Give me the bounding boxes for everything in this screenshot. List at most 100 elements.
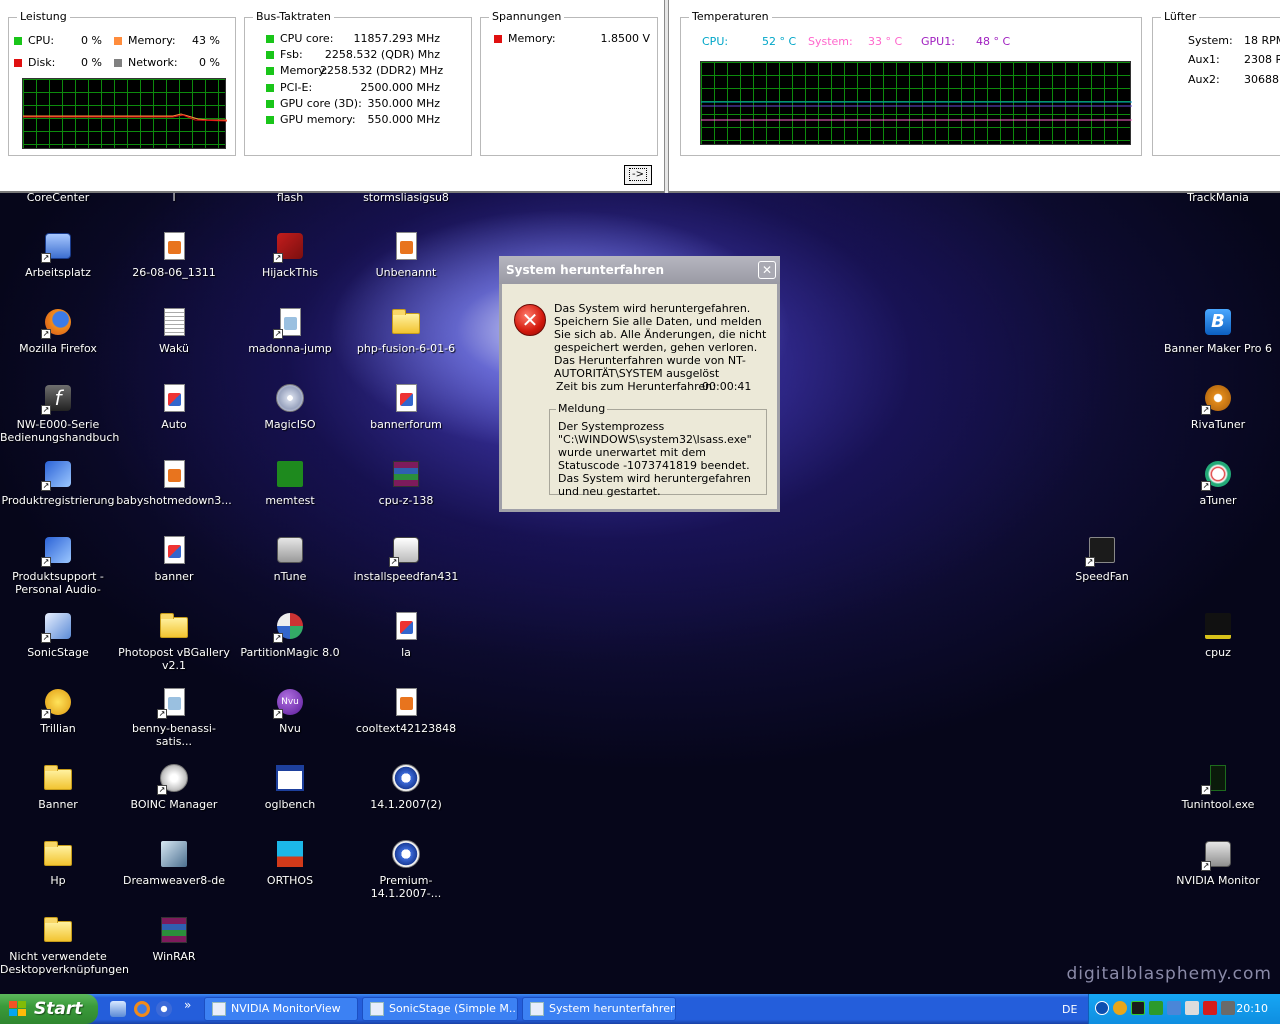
icon-label: Produktregistrierung <box>1 494 115 507</box>
meldung-caption: Meldung <box>556 402 608 415</box>
tray-b-icon[interactable] <box>1113 1001 1127 1015</box>
desktop-icon-orthos[interactable]: ORTHOS <box>232 838 348 887</box>
bus-value: 2500.000 MHz <box>360 81 440 94</box>
start-button[interactable]: Start <box>0 994 98 1024</box>
desktop-icon-magiciso[interactable]: MagicISO <box>232 382 348 431</box>
taskbar-button-label: SonicStage (Simple M... <box>389 1002 518 1015</box>
icon-label: 14.1.2007(2) <box>370 798 442 811</box>
media-player-icon <box>390 762 422 794</box>
desktop-icon-atuner[interactable]: ↗ aTuner <box>1160 458 1276 507</box>
desktop-icon-folder[interactable]: Photopost vBGallery v2.1 <box>116 610 232 672</box>
icon-label: WinRAR <box>152 950 196 963</box>
tray-clock[interactable]: 20:10 <box>1236 1002 1268 1015</box>
icon-label: Nvu <box>279 722 301 735</box>
desktop-icon-media[interactable]: 14.1.2007(2) <box>348 762 464 811</box>
desktop-icon-boinc[interactable]: ↗ BOINC Manager <box>116 762 232 811</box>
desktop-icon-file[interactable]: la <box>348 610 464 659</box>
tray-green-icon[interactable] <box>1149 1001 1163 1015</box>
tray-speaker-icon[interactable] <box>1185 1001 1199 1015</box>
desktop-icon-label-partial[interactable]: TrackMania <box>1160 191 1276 204</box>
desktop-icon-file[interactable]: bannerforum <box>348 382 464 431</box>
partitionmagic-icon: ↗ <box>273 610 306 643</box>
desktop-icon-oglbench[interactable]: oglbench <box>232 762 348 811</box>
dialog-titlebar[interactable]: System herunterfahren ✕ <box>499 256 780 284</box>
tray-network-icon[interactable] <box>1167 1001 1181 1015</box>
desktop-icon-folder[interactable]: Banner <box>0 762 116 811</box>
window-divider[interactable] <box>664 0 669 193</box>
fan-value: 30688 R <box>1244 73 1280 86</box>
desktop-icon-sony[interactable]: ↗ Produktregistrierung <box>0 458 116 507</box>
dialog-app-icon <box>530 1002 544 1016</box>
desktop-icon-speedfan[interactable]: ↗ SpeedFan <box>1044 534 1160 583</box>
tray-graph-icon[interactable] <box>1131 1001 1145 1015</box>
desktop-icon-memtest[interactable]: memtest <box>232 458 348 507</box>
desktop-icon-label-partial[interactable]: stormsliasigsu8 <box>348 191 464 204</box>
quicklaunch-more-icon[interactable]: » <box>184 998 191 1012</box>
nvidia-icon <box>274 534 306 566</box>
desktop-icon-banner-maker[interactable]: B Banner Maker Pro 6 <box>1160 306 1276 355</box>
sony-icon: ↗ <box>41 458 74 491</box>
desktop-icon-file[interactable]: 26-08-06_1311 <box>116 230 232 279</box>
sonicstage-app-icon <box>370 1002 384 1016</box>
desktop-icon-folder[interactable]: php-fusion-6-01-6 <box>348 306 464 355</box>
desktop-icon-flash-manual[interactable]: f ↗ NW-E000-Serie Bedienungshandbuch <box>0 382 119 444</box>
desktop-icon-dreamweaver[interactable]: Dreamweaver8-de <box>116 838 232 887</box>
nvidia-monitor-icon: ↗ <box>1201 838 1234 871</box>
winrar-icon <box>390 458 422 490</box>
desktop-icon-file[interactable]: babyshotmedown3... <box>116 458 232 507</box>
desktop-icon-file[interactable]: Wakü <box>116 306 232 355</box>
expand-button[interactable]: -> <box>624 165 652 185</box>
desktop-icon-file[interactable]: Auto <box>116 382 232 431</box>
language-indicator[interactable]: DE <box>1062 1003 1077 1016</box>
desktop-icon-nvu[interactable]: Nvu ↗ Nvu <box>232 686 348 735</box>
desktop-icon-nvidia-monitor[interactable]: ↗ NVIDIA Monitor <box>1160 838 1276 887</box>
desktop-icon-label-partial[interactable]: CoreCenter <box>0 191 116 204</box>
icon-label: cooltext42123848 <box>355 722 457 735</box>
desktop-icon-label-partial[interactable]: flash <box>232 191 348 204</box>
desktop-icon-sony[interactable]: ↗ Produktsupport -Personal Audio- <box>0 534 116 596</box>
desktop-icon-partitionmagic[interactable]: ↗ PartitionMagic 8.0 <box>232 610 348 659</box>
desktop-icon-sonicstage[interactable]: ↗ SonicStage <box>0 610 116 659</box>
desktop-icon-shortcut[interactable]: ↗ madonna-jump <box>232 306 348 355</box>
temp-gpu-value: 48 ° C <box>976 35 1011 48</box>
show-desktop-icon[interactable] <box>110 1001 126 1017</box>
desktop-icon-file[interactable]: banner <box>116 534 232 583</box>
system-tray: 20:10 <box>1088 994 1280 1024</box>
desktop-icon-media[interactable]: Premium-14.1.2007-... <box>348 838 464 900</box>
hijackthis-icon: ↗ <box>273 230 306 263</box>
desktop-icon-file[interactable]: cooltext42123848 <box>348 686 464 735</box>
icon-label: Unbenannt <box>375 266 437 279</box>
icon-label: HijackThis <box>261 266 319 279</box>
taskbar-button-shutdown[interactable]: System herunterfahren <box>522 997 676 1021</box>
desktop-icon-arbeitsplatz[interactable]: ↗ Arbeitsplatz <box>0 230 116 279</box>
icon-label: nTune <box>273 570 307 583</box>
desktop-icon-file[interactable]: Unbenannt <box>348 230 464 279</box>
desktop-icon-tunintool[interactable]: ↗ Tunintool.exe <box>1160 762 1276 811</box>
icon-label: stormsliasigsu8 <box>363 191 449 204</box>
desktop-icon-rivatuner[interactable]: ↗ RivaTuner <box>1160 382 1276 431</box>
temperature-graph <box>700 61 1132 145</box>
desktop-icon-winrar[interactable]: WinRAR <box>116 914 232 963</box>
desktop-icon-ntune[interactable]: nTune <box>232 534 348 583</box>
taskbar-button-sonicstage[interactable]: SonicStage (Simple M... <box>362 997 518 1021</box>
desktop-icon-installer[interactable]: ↗ installspeedfan431 <box>348 534 464 583</box>
desktop-icon-label-partial[interactable]: l <box>116 191 232 204</box>
image-file-icon <box>390 382 422 414</box>
tray-monitor-icon[interactable] <box>1221 1001 1235 1015</box>
taskbar-button-nvidia-monitorview[interactable]: NVIDIA MonitorView <box>204 997 358 1021</box>
desktop-icon-firefox[interactable]: ↗ Mozilla Firefox <box>0 306 116 355</box>
desktop-icon-trillian[interactable]: ↗ Trillian <box>0 686 116 735</box>
media-player-quicklaunch-icon[interactable] <box>156 1001 172 1017</box>
desktop-icon-folder[interactable]: Nicht verwendete Desktopverknüpfungen <box>0 914 129 976</box>
desktop-icon-archive[interactable]: cpu-z-138 <box>348 458 464 507</box>
desktop-icon-cpuz[interactable]: cpuz <box>1160 610 1276 659</box>
icon-label: NVIDIA Monitor <box>1176 874 1260 887</box>
icon-label: flash <box>276 191 304 204</box>
close-icon[interactable]: ✕ <box>758 261 776 279</box>
tray-expand-icon[interactable] <box>1095 1001 1109 1015</box>
firefox-quicklaunch-icon[interactable] <box>134 1001 150 1017</box>
tray-red-icon[interactable] <box>1203 1001 1217 1015</box>
desktop-icon-hijackthis[interactable]: ↗ HijackThis <box>232 230 348 279</box>
desktop-icon-folder[interactable]: Hp <box>0 838 116 887</box>
desktop-icon-shortcut[interactable]: ↗ benny-benassi-satis... <box>116 686 232 748</box>
